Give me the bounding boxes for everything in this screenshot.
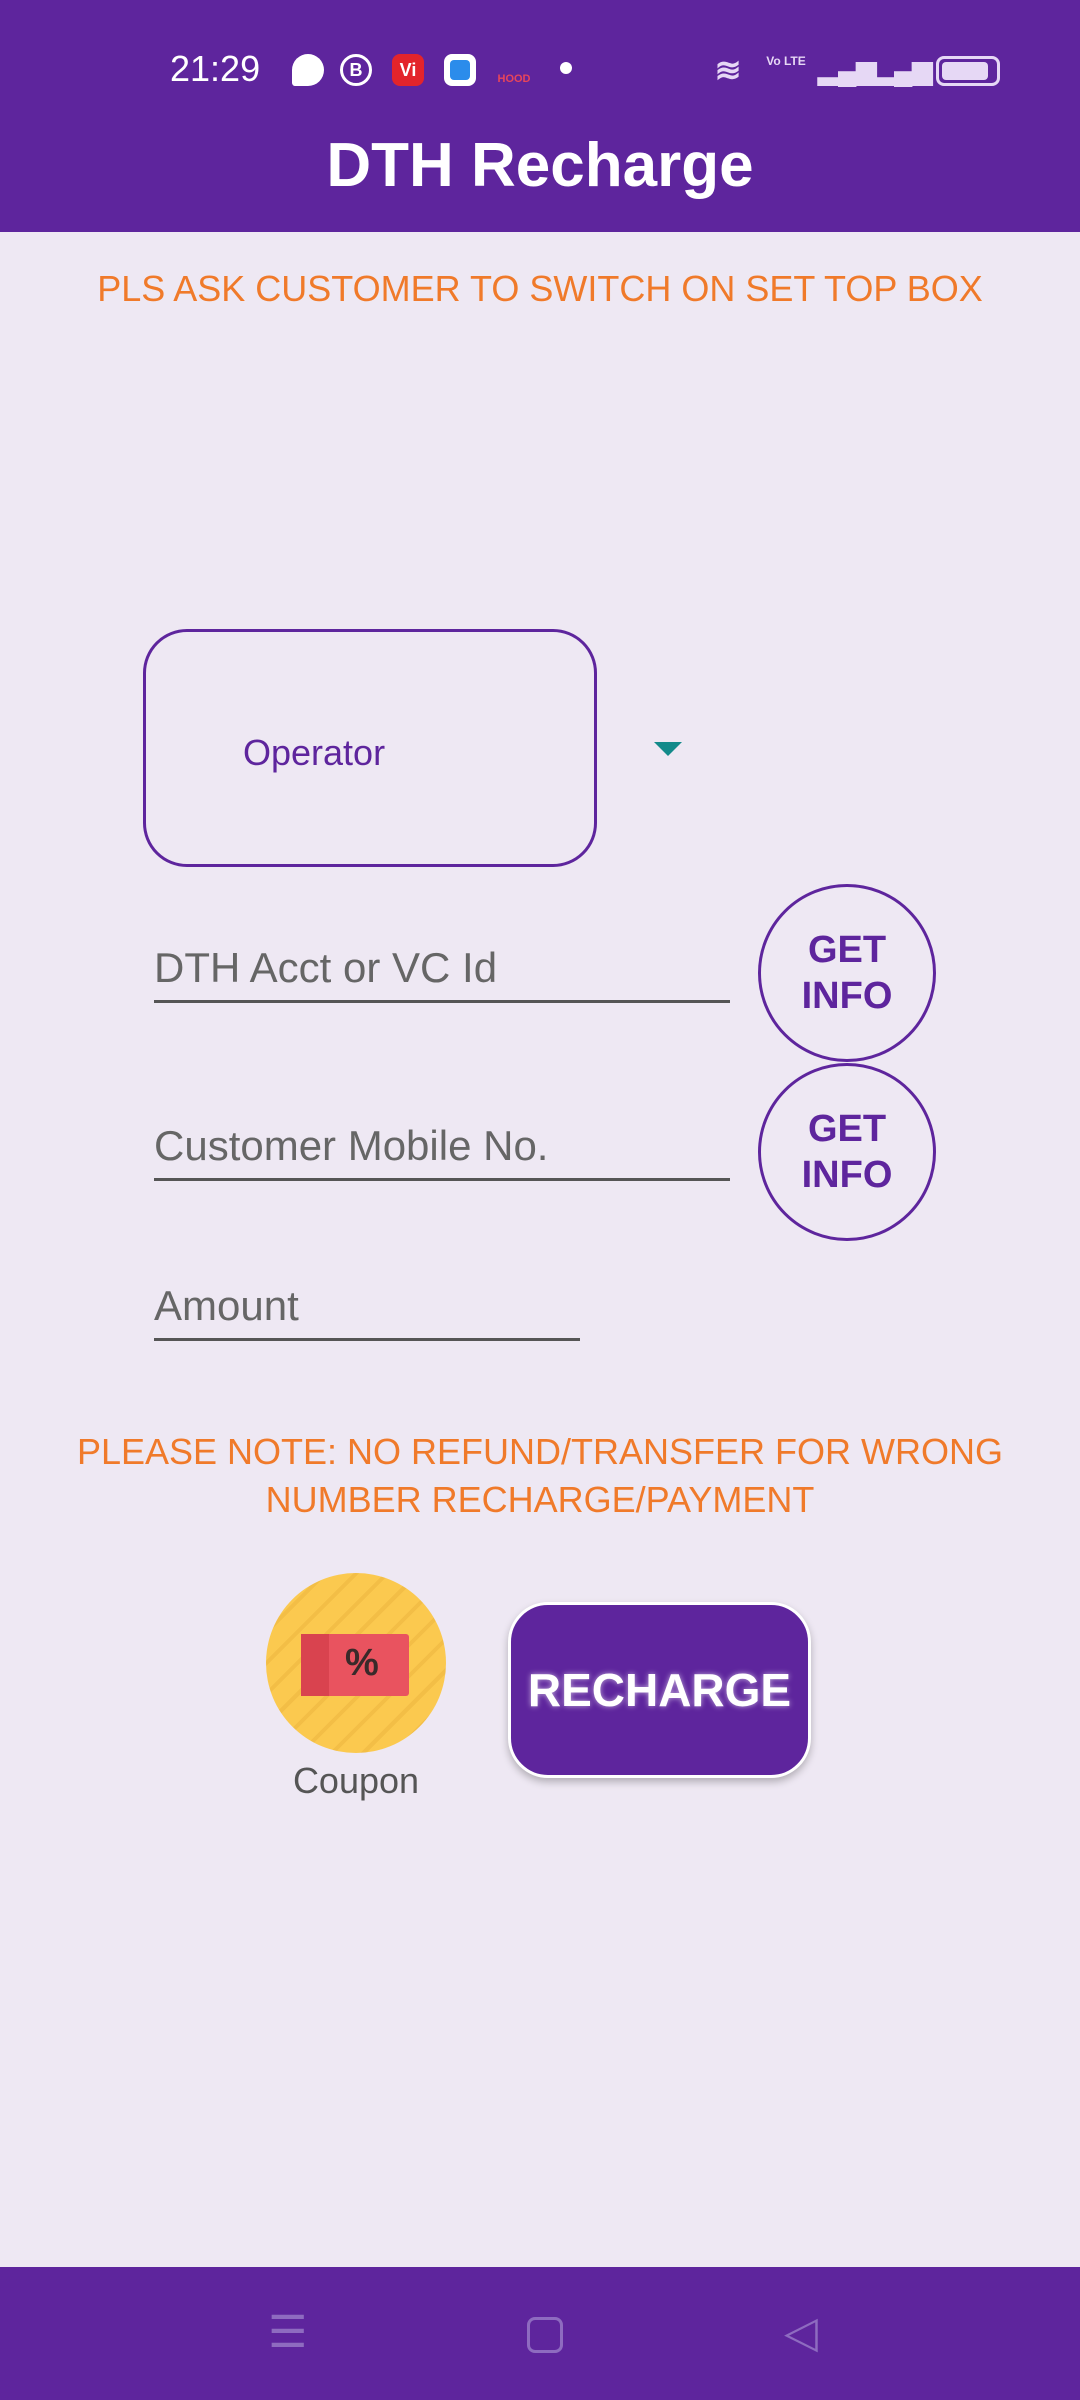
chat-icon	[292, 54, 324, 86]
status-bar: 21:29 B Vi HOOD ≋ Vo LTE ▂▄▆ ▂▄▆	[0, 44, 1080, 94]
dot-icon	[560, 62, 572, 74]
coupon-button[interactable]: %	[266, 1573, 446, 1753]
navigation-bar: ☰ ◁	[0, 2267, 1080, 2400]
set-top-box-warning: PLS ASK CUSTOMER TO SWITCH ON SET TOP BO…	[97, 268, 983, 309]
volte-icon: Vo LTE	[766, 54, 806, 68]
signal-icon: ▂▄▆	[874, 55, 933, 85]
b-icon: B	[340, 54, 372, 86]
coupon-ticket-icon: %	[301, 1634, 409, 1696]
back-icon[interactable]: ◁	[784, 2309, 818, 2357]
battery-icon	[936, 56, 1000, 86]
customer-mobile-input[interactable]: Customer Mobile No.	[154, 1122, 730, 1181]
status-time: 21:29	[170, 48, 261, 89]
menu-icon[interactable]: ☰	[268, 2309, 307, 2357]
app-bar: 21:29 B Vi HOOD ≋ Vo LTE ▂▄▆ ▂▄▆ DTH Rec…	[0, 0, 1080, 232]
recharge-button[interactable]: RECHARGE	[508, 1602, 811, 1778]
app-icon	[444, 54, 476, 86]
signal-icon: ▂▄▆	[818, 55, 877, 85]
hood-icon: HOOD	[497, 73, 531, 85]
get-info-mobile-button[interactable]: GET INFO	[758, 1063, 936, 1241]
dropdown-arrow-icon[interactable]	[654, 742, 682, 756]
amount-input[interactable]: Amount	[154, 1282, 580, 1341]
get-info-account-button[interactable]: GET INFO	[758, 884, 936, 1062]
page-title: DTH Recharge	[326, 131, 754, 200]
operator-label: Operator	[243, 732, 386, 773]
dth-account-input[interactable]: DTH Acct or VC Id	[154, 944, 730, 1003]
wifi-icon: ≋	[714, 52, 742, 88]
coupon-label: Coupon	[292, 1760, 420, 1801]
home-icon[interactable]	[527, 2317, 563, 2353]
operator-dropdown[interactable]: Operator	[143, 629, 597, 867]
vi-icon: Vi	[392, 54, 424, 86]
no-refund-note: PLEASE NOTE: NO REFUND/TRANSFER FOR WRON…	[76, 1431, 1004, 1520]
